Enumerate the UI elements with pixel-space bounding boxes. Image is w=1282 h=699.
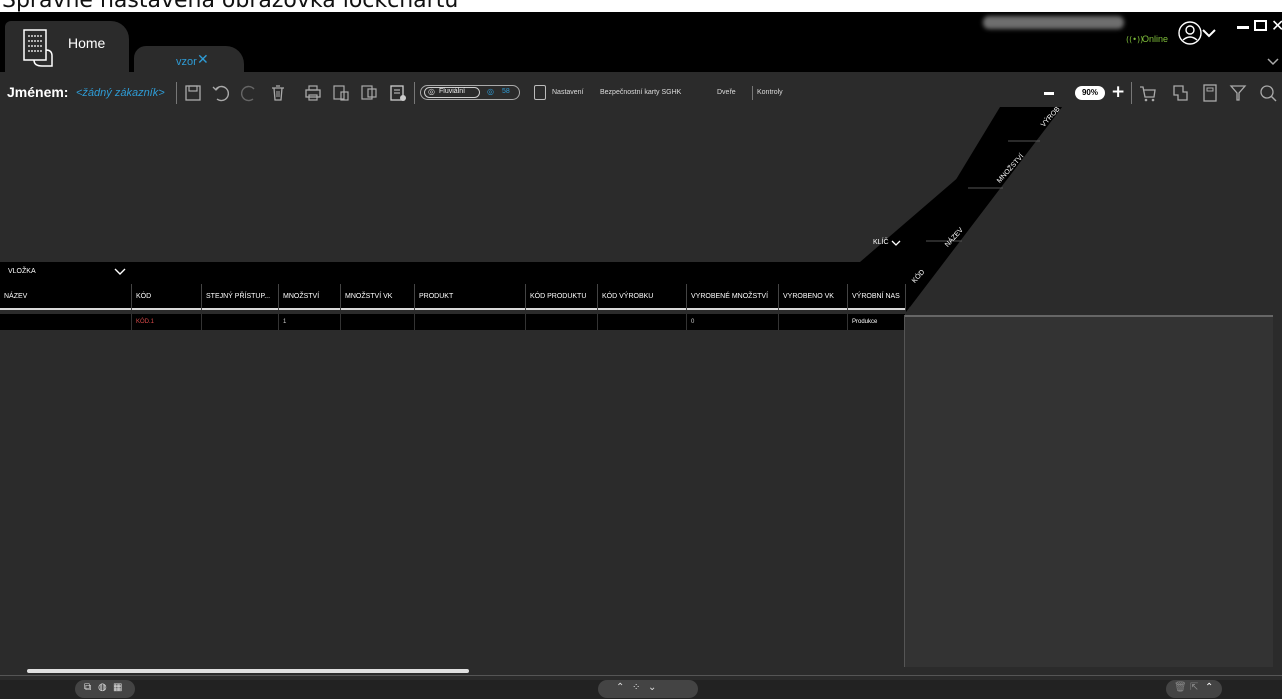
zoom-out-button[interactable] xyxy=(1044,92,1054,95)
column-header-mnozstvi[interactable]: MNOŽSTVÍ xyxy=(279,284,341,310)
redo-icon[interactable] xyxy=(240,83,258,103)
toolbar-divider xyxy=(176,82,177,104)
tab-close-icon[interactable]: ✕ xyxy=(197,52,209,68)
cell-nazev[interactable] xyxy=(0,314,132,330)
layout-icon[interactable] xyxy=(1171,83,1189,103)
group-selector-label[interactable]: VLOŽKA xyxy=(8,268,36,275)
user-account-icon[interactable] xyxy=(1178,21,1202,45)
cell-mnozstvi-vk[interactable] xyxy=(341,314,415,330)
cell-kod-produktu[interactable] xyxy=(526,314,598,330)
column-header-vyrobni-nas[interactable]: VÝROBNÍ NAS xyxy=(848,284,906,310)
chevron-down-icon[interactable] xyxy=(891,240,901,247)
menu-item-doors[interactable]: Dveře xyxy=(717,89,736,96)
by-name-label: Jménem: xyxy=(7,84,69,100)
menu-item-safety-cards[interactable]: Bezpečnostní karty SGHK xyxy=(600,89,681,96)
cell-vyrobene-mnozstvi[interactable]: 0 xyxy=(687,314,779,330)
export-icon[interactable] xyxy=(332,83,350,103)
zoom-in-button[interactable]: + xyxy=(1111,82,1125,102)
column-header-kod-vyrobku[interactable]: KÓD VÝROBKU xyxy=(598,284,687,310)
cell-kod-vyrobku[interactable] xyxy=(598,314,687,330)
column-header-stejny-pristup[interactable]: STEJNÝ PŘÍSTUP... xyxy=(202,284,279,310)
cart-icon[interactable] xyxy=(1139,83,1157,103)
grid-icon[interactable]: ▦ xyxy=(113,682,122,693)
chevron-down-icon[interactable]: ⌄ xyxy=(648,682,656,693)
menu-divider xyxy=(752,86,753,100)
minimize-button[interactable] xyxy=(1237,26,1249,29)
diag-header-vyrob[interactable]: VÝROB xyxy=(1040,106,1062,129)
menu-document-icon[interactable] xyxy=(534,85,546,100)
filter-right-label: 58 xyxy=(502,88,510,95)
cell-mnozstvi[interactable]: 1 xyxy=(279,314,341,330)
column-header-kod[interactable]: KÓD xyxy=(132,284,202,310)
trash-icon[interactable]: 🗑 xyxy=(1174,682,1187,693)
filter-circle-icon: ◎ xyxy=(428,87,435,96)
tab-home-label: Home xyxy=(68,35,106,51)
panel-divider xyxy=(904,315,905,667)
undo-icon[interactable] xyxy=(212,83,230,103)
column-header-vyrobene-mnozstvi[interactable]: VYROBENÉ MNOŽSTVÍ xyxy=(687,284,779,310)
search-icon[interactable] xyxy=(1259,83,1277,103)
caption-text: Správně nastavená obrazovka lockchartu xyxy=(2,0,458,12)
toolbar-divider xyxy=(414,82,415,104)
chevron-down-icon[interactable] xyxy=(1202,28,1216,38)
filter-right-icon: ◎ xyxy=(487,87,494,96)
print-icon[interactable] xyxy=(304,83,322,103)
tab-vzor-label: vzor xyxy=(176,56,197,68)
zoom-level[interactable]: 90% xyxy=(1075,86,1105,100)
column-header-mnozstvi-vk[interactable]: MNOŽSTVÍ VK xyxy=(341,284,415,310)
menu-item-checks[interactable]: Kontroly xyxy=(757,89,783,96)
cell-stejny-pristup[interactable] xyxy=(202,314,279,330)
maximize-button[interactable] xyxy=(1254,20,1267,31)
expand-chevron-icon[interactable] xyxy=(1267,58,1279,66)
link-icon[interactable]: ◍ xyxy=(98,682,107,693)
copy-icon[interactable]: ⧉ xyxy=(84,682,91,693)
save-icon[interactable] xyxy=(184,83,202,103)
column-header-nazev[interactable]: NÁZEV xyxy=(0,284,132,310)
document-settings-icon[interactable] xyxy=(389,83,407,103)
column-header-kod-produktu[interactable]: KÓD PRODUKTU xyxy=(526,284,598,310)
column-header-produkt[interactable]: PRODUKT xyxy=(415,284,526,310)
chevron-down-icon[interactable] xyxy=(114,268,126,276)
matrix-panel[interactable] xyxy=(904,315,1273,667)
external-icon[interactable]: ⇱ xyxy=(1190,682,1198,693)
diag-header-mnozstvi[interactable]: MNOŽSTVÍ xyxy=(996,153,1025,185)
document-list-icon xyxy=(23,29,53,67)
close-window-button[interactable]: ✕ xyxy=(1271,16,1282,35)
toolbar-divider xyxy=(1131,82,1132,104)
delete-icon[interactable] xyxy=(269,83,287,103)
lockchart-screen: Správně nastavená obrazovka lockchartu H… xyxy=(0,0,1282,699)
filter-icon[interactable] xyxy=(1229,83,1247,103)
cell-kod[interactable]: KÓD.1 xyxy=(132,314,202,330)
diag-header-kod[interactable]: KÓD xyxy=(911,269,926,285)
diag-header-nazev[interactable]: NÁZEV xyxy=(944,227,965,249)
import-icon[interactable] xyxy=(360,83,378,103)
horizontal-scrollbar[interactable] xyxy=(27,669,469,673)
online-status: Online xyxy=(1142,34,1169,44)
cell-vyrobeno-vk[interactable] xyxy=(779,314,848,330)
cell-vyrobni-nas[interactable]: Produkce xyxy=(848,314,906,330)
cell-produkt[interactable] xyxy=(415,314,526,330)
group-bar xyxy=(0,262,906,284)
chevron-up-icon[interactable]: ⌃ xyxy=(616,682,624,693)
online-signal-icon: ((•)) xyxy=(1126,35,1144,44)
calculator-icon[interactable] xyxy=(1201,83,1219,103)
menu-item-settings[interactable]: Nastavení xyxy=(552,89,584,96)
scroll-track-line xyxy=(0,675,1282,676)
customer-selector[interactable]: <žádný zákazník> xyxy=(76,87,165,99)
redacted-user-name xyxy=(983,16,1124,29)
column-header-vyrobeno-vk[interactable]: VYROBENO VK xyxy=(779,284,848,310)
chevron-up-icon[interactable]: ⌃ xyxy=(1205,682,1213,693)
filter-left-label: Fluviální xyxy=(439,88,466,95)
key-label[interactable]: KLÍČ xyxy=(873,239,889,246)
caption-strip: Správně nastavená obrazovka lockchartu xyxy=(0,0,1282,12)
move-icon[interactable]: ⁘ xyxy=(632,682,640,693)
